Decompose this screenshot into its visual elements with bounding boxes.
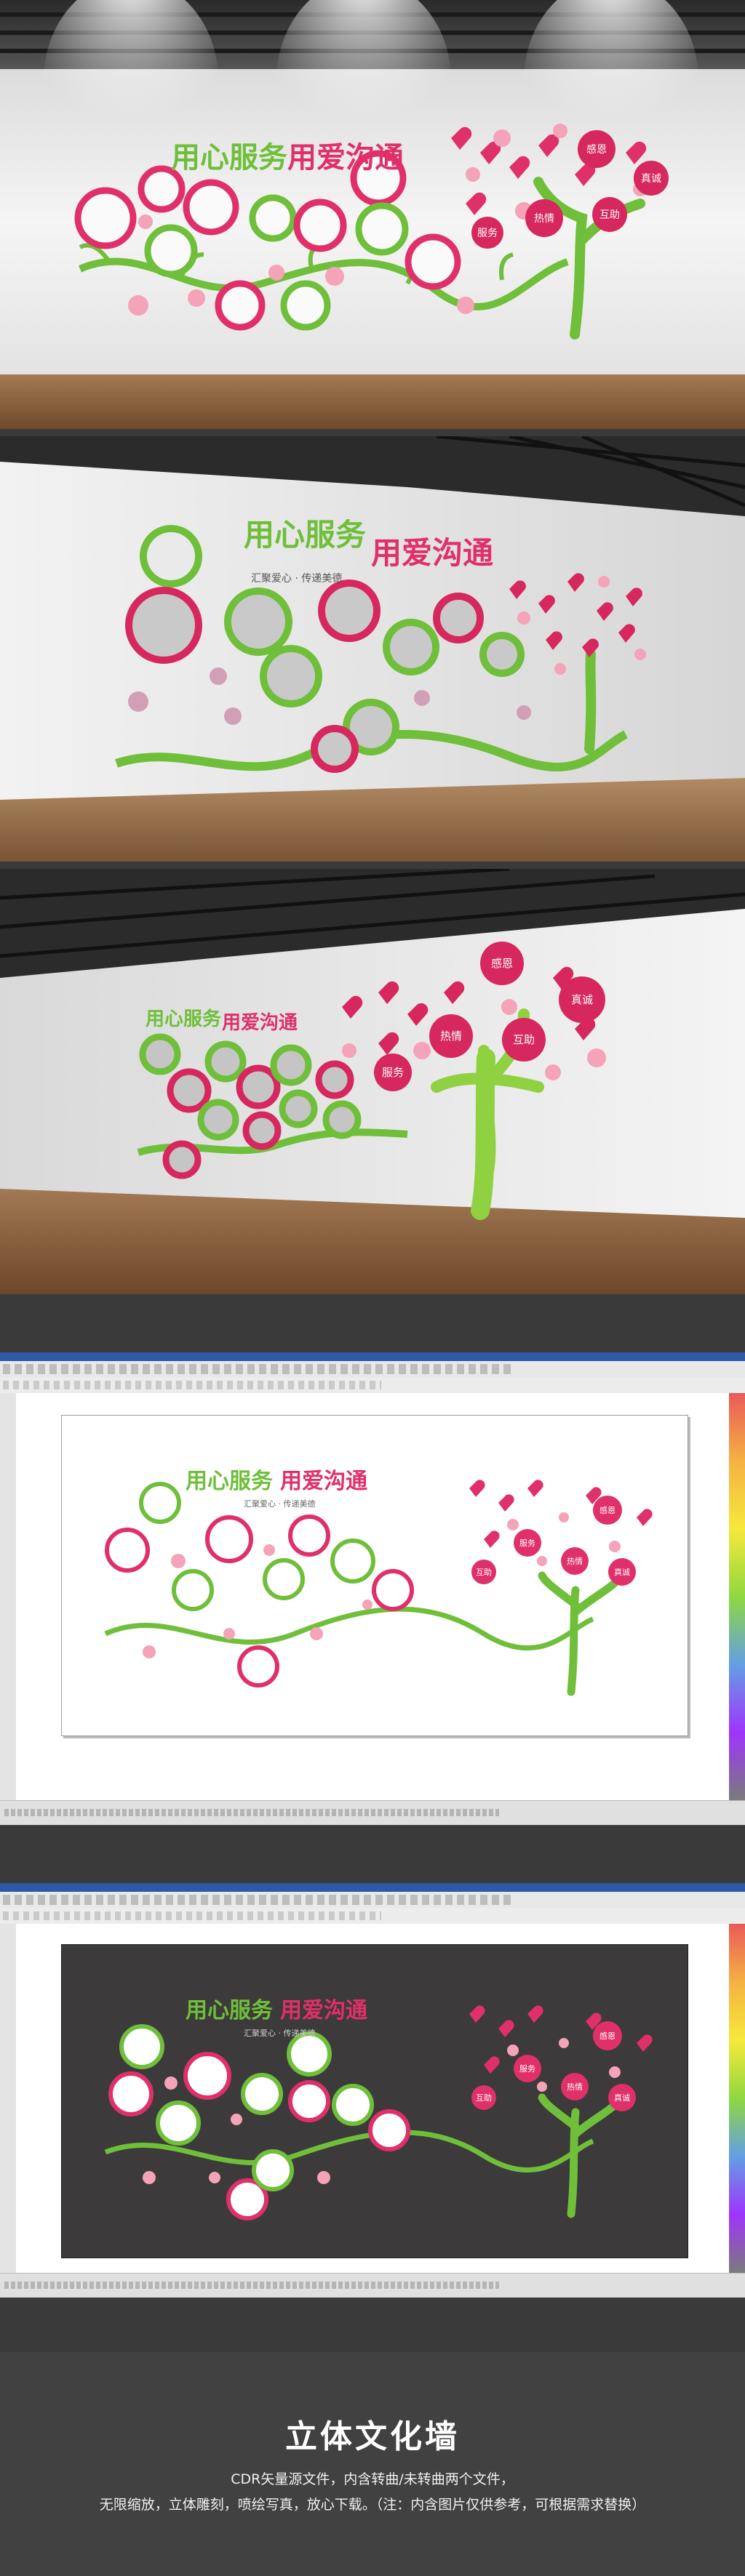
slogan-green-3: 用心服务 <box>146 1008 221 1030</box>
render-panel-2: 用心服务 用爱沟通 汇聚爱心 · 传递美德 <box>0 436 745 862</box>
tree-word-3: 热情 <box>534 213 554 225</box>
slogan-red-4: 用爱沟通 <box>280 1469 367 1494</box>
tree-word-4: 互助 <box>599 209 620 221</box>
tree-word-p4-5: 互助 <box>476 1567 492 1577</box>
tree-word-p4-1: 感恩 <box>599 1506 615 1515</box>
slogan-red-3: 用爱沟通 <box>222 1012 298 1034</box>
canvas: 用心服务 用爱沟通 汇聚爱心 · 传递美德 感恩 服务 热情 真诚 互助 <box>16 1924 729 2273</box>
tree-word-p5-5: 互助 <box>476 2093 492 2103</box>
canvas: 用心服务 用爱沟通 汇聚爱心 · 传递美德 感恩 服务 热情 真诚 互助 <box>16 1393 729 1800</box>
tree-word-5: 服务 <box>477 228 498 239</box>
separator <box>0 2298 745 2352</box>
footer-line-1: CDR矢量源文件，内含转曲/未转曲两个文件， <box>231 2471 514 2487</box>
toolbox <box>0 1924 17 2273</box>
status-bar <box>0 1800 745 1825</box>
slogan-green-4: 用心服务 <box>186 1469 273 1494</box>
separator <box>0 1294 745 1352</box>
slogan-red-5: 用爱沟通 <box>280 1998 367 2023</box>
render-panel-3: 用心服务 用爱沟通 感恩 真诚 热情 互助 服务 <box>0 869 745 1294</box>
subtitle-5: 汇聚爱心 · 传递美德 <box>244 2028 316 2038</box>
toolbox <box>0 1393 17 1800</box>
tree-word-p5-3: 热情 <box>567 2082 583 2092</box>
slogan-green-2: 用心服务 <box>244 517 366 553</box>
property-bar <box>0 1377 745 1394</box>
slogan-red: 用爱沟通 <box>287 141 404 174</box>
tree-word-p4-3: 热情 <box>567 1557 583 1566</box>
tree-word-p3-2: 真诚 <box>571 993 593 1006</box>
slogan-green: 用心服务 <box>171 141 287 174</box>
tree-word-p3-4: 互助 <box>513 1033 535 1046</box>
slogan-red-2: 用爱沟通 <box>371 535 493 571</box>
tree-word-p5-1: 感恩 <box>599 2031 615 2041</box>
tree-word-p3-1: 感恩 <box>491 957 513 970</box>
separator <box>0 1825 745 1883</box>
footer-line-2: 无限缩放，立体雕刻，喷绘写真，放心下载。（注：内含图片仅供参考，可根据需求替换） <box>99 2497 646 2513</box>
color-palette <box>729 1924 745 2273</box>
tree-word-p5-4: 真诚 <box>614 2093 630 2103</box>
cad-window-dark: 用心服务 用爱沟通 汇聚爱心 · 传递美德 感恩 服务 热情 真诚 互助 <box>0 1883 745 2298</box>
artboard: 用心服务 用爱沟通 汇聚爱心 · 传递美德 感恩 服务 热情 真诚 互助 <box>61 1944 688 2258</box>
subtitle-4: 汇聚爱心 · 传递美德 <box>244 1498 316 1509</box>
artboard: 用心服务 用爱沟通 汇聚爱心 · 传递美德 感恩 服务 热情 真诚 互助 <box>61 1415 688 1736</box>
title-bar <box>0 1883 745 1892</box>
render-panel-1: 用心服务 用爱沟通 感恩 真诚 热情 互助 服务 <box>0 0 745 429</box>
footer-title: 立体文化墙 <box>285 2418 460 2455</box>
toolbar <box>0 1892 745 1909</box>
slogan-green-5: 用心服务 <box>186 1998 273 2023</box>
subtitle-2: 汇聚爱心 · 传递美德 <box>251 573 342 585</box>
color-palette <box>729 1393 745 1800</box>
separator <box>0 429 745 436</box>
status-bar <box>0 2273 745 2298</box>
tree-word-p3-5: 服务 <box>382 1066 404 1079</box>
title-bar <box>0 1352 745 1361</box>
tree-word-1: 感恩 <box>586 143 607 156</box>
tree-word-2: 真诚 <box>641 173 661 185</box>
tree-word-p5-2: 服务 <box>519 2064 535 2074</box>
property-bar <box>0 1908 745 1925</box>
tree-word-p4-4: 真诚 <box>614 1567 630 1577</box>
cad-window-white: 用心服务 用爱沟通 汇聚爱心 · 传递美德 感恩 服务 热情 真诚 互助 <box>0 1352 745 1825</box>
tree-word-p4-2: 服务 <box>519 1538 535 1548</box>
separator <box>0 862 745 869</box>
tree-word-p3-3: 热情 <box>440 1030 462 1043</box>
toolbar <box>0 1361 745 1378</box>
description-footer: 立体文化墙 CDR矢量源文件，内含转曲/未转曲两个文件， 无限缩放，立体雕刻，喷… <box>0 2352 745 2576</box>
